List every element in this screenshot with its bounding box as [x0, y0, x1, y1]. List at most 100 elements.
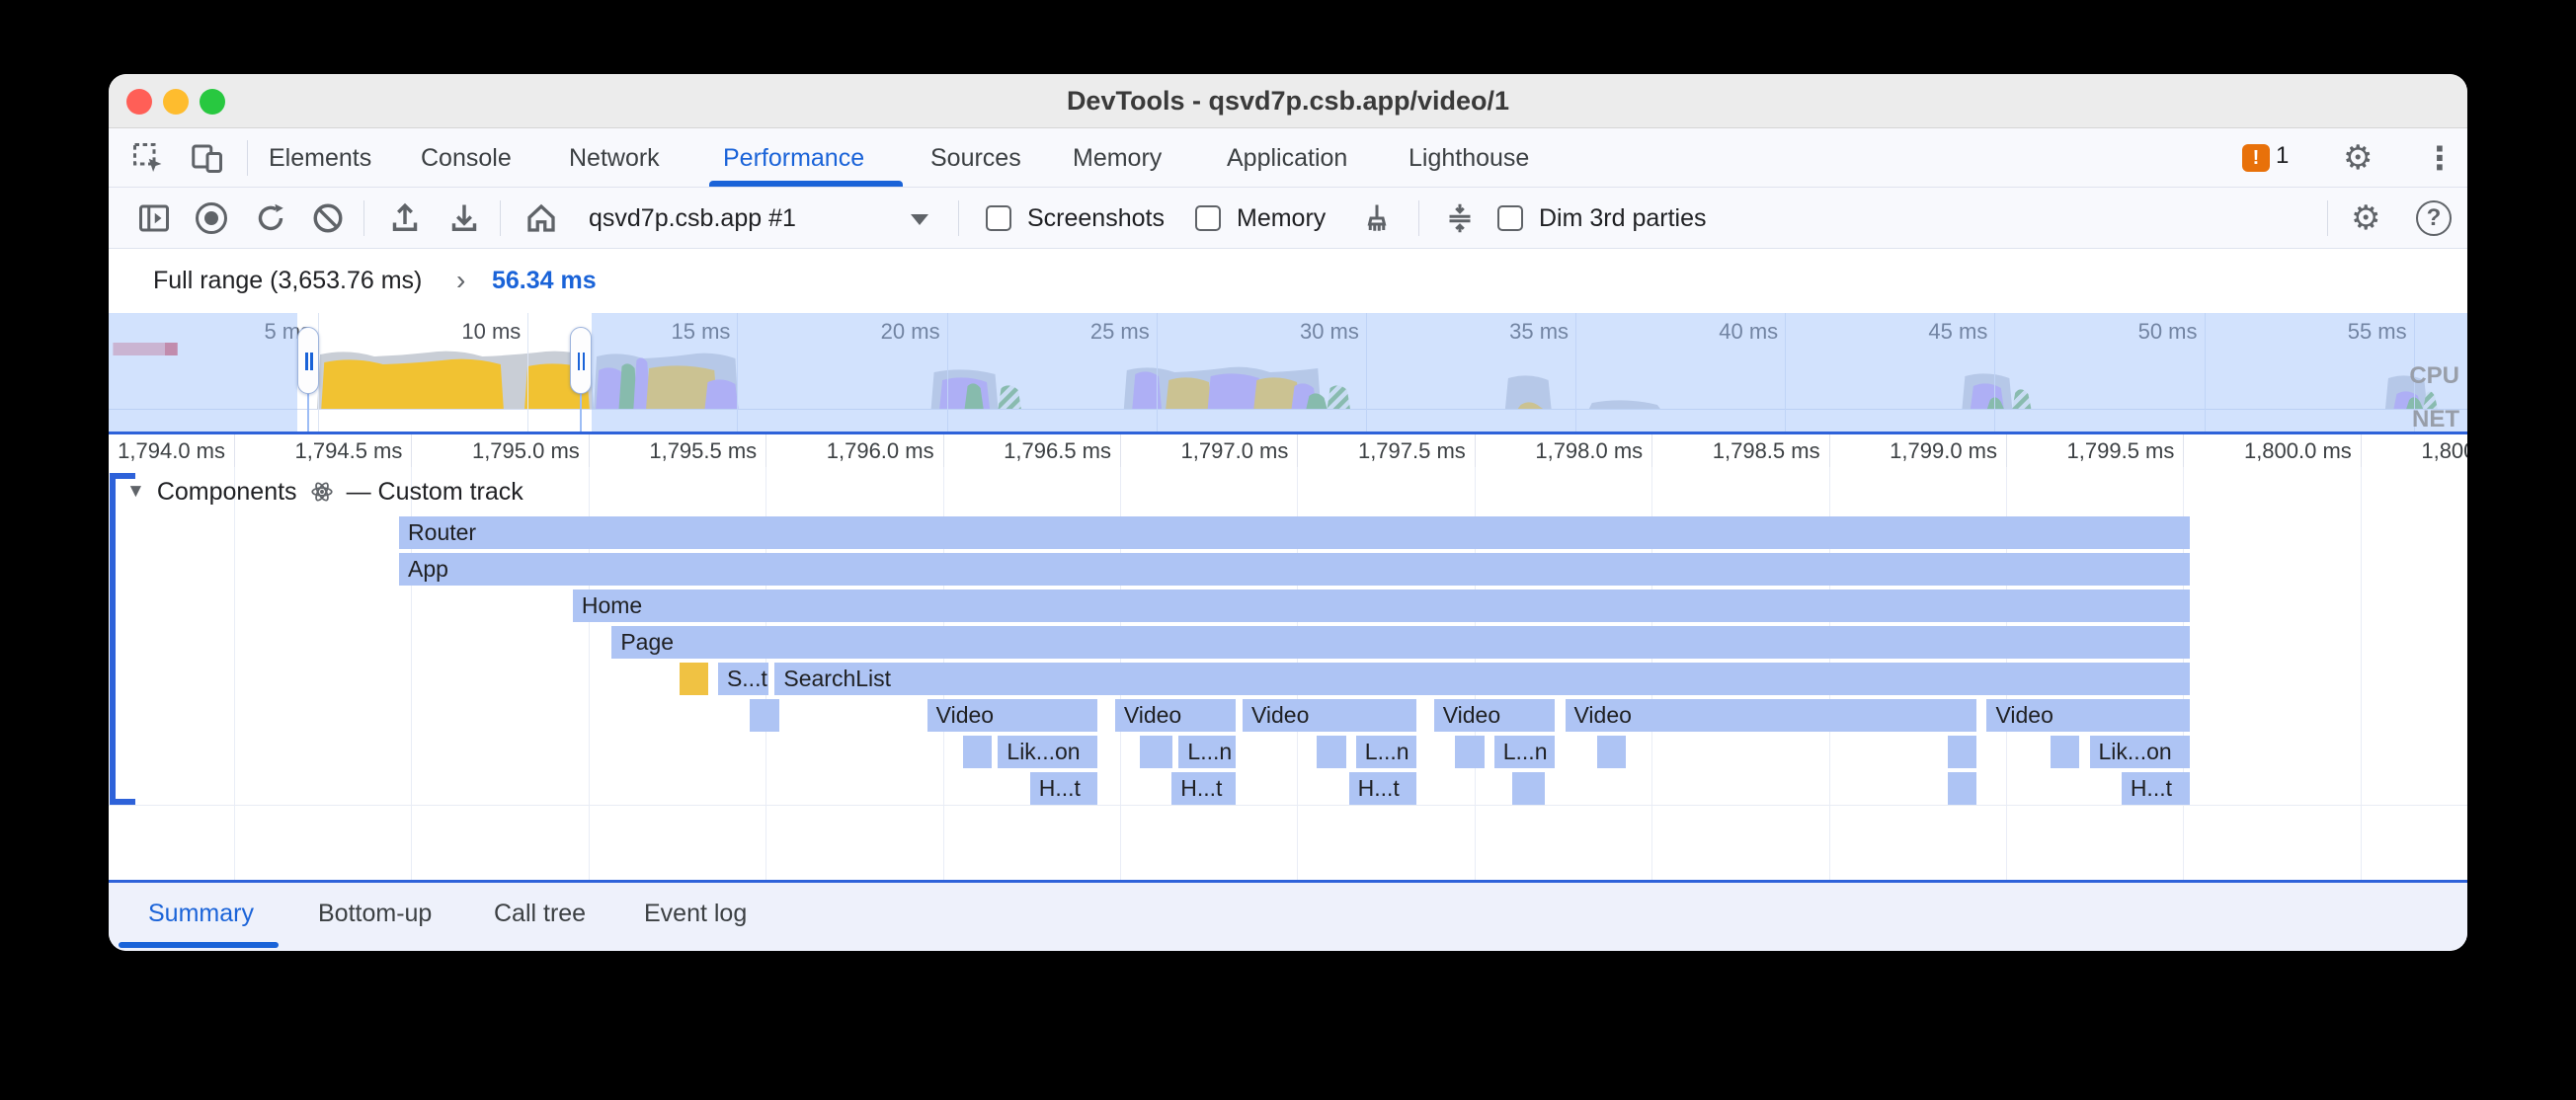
flame-event-video[interactable]: Video: [1115, 699, 1237, 732]
flame-event-ht[interactable]: H...t: [2122, 772, 2190, 805]
inspect-element-icon[interactable]: [130, 140, 166, 176]
flame-event[interactable]: [1948, 772, 1976, 805]
screenshots-label: Screenshots: [1027, 188, 1165, 249]
settings-gear-icon[interactable]: ⚙: [2343, 136, 2373, 180]
flame-event-st[interactable]: S...t: [718, 663, 768, 695]
active-bottom-tab-underline: [119, 942, 279, 948]
ruler-tick-label: 1,800.0 ms: [2150, 438, 2352, 464]
ruler-tick-label: 1,795.5 ms: [555, 438, 757, 464]
separator: [247, 140, 248, 176]
flame-event[interactable]: [1948, 736, 1976, 768]
home-icon[interactable]: [523, 200, 559, 236]
flame-event-router[interactable]: Router: [399, 516, 2190, 549]
flame-event[interactable]: [1455, 736, 1484, 768]
flame-event[interactable]: [1140, 736, 1172, 768]
ruler-tick-label: 1,795.0 ms: [378, 438, 580, 464]
selected-track-bracket: [110, 473, 116, 805]
tab-lighthouse[interactable]: Lighthouse: [1405, 128, 1533, 188]
overview-shade-left[interactable]: [109, 313, 297, 432]
flame-event[interactable]: [1317, 736, 1345, 768]
reload-and-record-icon[interactable]: [253, 200, 288, 236]
overview-gridline: [527, 313, 528, 432]
tab-performance[interactable]: Performance: [719, 128, 868, 188]
range-breadcrumb: Full range (3,653.76 ms) › 56.34 ms: [109, 249, 2467, 313]
issues-badge-icon[interactable]: !: [2242, 144, 2270, 172]
breadcrumb-selected-range[interactable]: 56.34 ms: [492, 249, 597, 313]
clear-icon[interactable]: [310, 200, 346, 236]
flame-chart[interactable]: ▼ Components — Custom track Router AppHom…: [109, 467, 2467, 880]
flame-gridline: [234, 467, 235, 880]
tab-network[interactable]: Network: [565, 128, 664, 188]
ruler-tick-label: 1,796.5 ms: [910, 438, 1111, 464]
separator: [958, 200, 959, 236]
flame-event-video[interactable]: Video: [1566, 699, 1977, 732]
tab-summary[interactable]: Summary: [148, 883, 254, 948]
screenshots-checkbox[interactable]: [986, 205, 1011, 231]
dim-3rd-parties-checkbox[interactable]: [1497, 205, 1523, 231]
flame-event-ln[interactable]: L...n: [1178, 736, 1236, 768]
flame-event-video[interactable]: Video: [927, 699, 1098, 732]
flame-event-ln[interactable]: L...n: [1494, 736, 1556, 768]
flame-event-likon[interactable]: Lik...on: [998, 736, 1097, 768]
dim-3rd-parties-label: Dim 3rd parties: [1539, 188, 1707, 249]
ruler-tick-label: 1,800.5 ms: [2327, 438, 2467, 464]
details-tabbar: Summary Bottom-up Call tree Event log: [109, 880, 2467, 951]
collapse-tracks-icon[interactable]: [1442, 200, 1478, 236]
flame-event-ht[interactable]: H...t: [1349, 772, 1417, 805]
target-select[interactable]: qsvd7p.csb.app #1: [589, 188, 796, 249]
separator: [363, 200, 364, 236]
devtools-window: DevTools - qsvd7p.csb.app/video/1 Elemen…: [109, 74, 2467, 951]
window-title: DevTools - qsvd7p.csb.app/video/1: [109, 74, 2467, 128]
flame-event-video[interactable]: Video: [1434, 699, 1556, 732]
active-tab-underline: [709, 181, 903, 187]
collect-garbage-icon[interactable]: [1359, 200, 1395, 236]
tab-application[interactable]: Application: [1223, 128, 1351, 188]
flame-event-app[interactable]: App: [399, 553, 2190, 586]
ruler-tick-label: 1,797.0 ms: [1087, 438, 1288, 464]
toggle-sidebar-icon[interactable]: [136, 200, 172, 236]
flame-event-ht[interactable]: H...t: [1030, 772, 1098, 805]
flame-event-page[interactable]: Page: [611, 626, 2189, 659]
breadcrumb-full-range[interactable]: Full range (3,653.76 ms): [153, 249, 422, 313]
more-options-icon[interactable]: ⋮: [2424, 136, 2455, 180]
tab-memory[interactable]: Memory: [1069, 128, 1166, 188]
capture-settings-gear-icon[interactable]: ⚙: [2351, 196, 2380, 240]
issues-count[interactable]: 1: [2276, 142, 2289, 170]
flame-event-video[interactable]: Video: [1986, 699, 2189, 732]
flame-event[interactable]: [1512, 772, 1545, 805]
flame-event-home[interactable]: Home: [573, 589, 2190, 622]
overview-shade-right[interactable]: [592, 313, 2467, 432]
memory-checkbox[interactable]: [1195, 205, 1221, 231]
tab-event-log[interactable]: Event log: [644, 883, 747, 948]
flame-event[interactable]: [750, 699, 778, 732]
flame-event-ht[interactable]: H...t: [1171, 772, 1236, 805]
device-toolbar-icon[interactable]: [190, 140, 225, 176]
flame-gridline: [2361, 467, 2362, 880]
flame-event[interactable]: [2051, 736, 2079, 768]
tab-sources[interactable]: Sources: [926, 128, 1025, 188]
ruler-tick-label: 1,798.5 ms: [1619, 438, 1820, 464]
overview-handle-right[interactable]: [570, 327, 592, 394]
flame-event-likon[interactable]: Lik...on: [2090, 736, 2190, 768]
target-select-arrow-icon[interactable]: [911, 214, 928, 225]
track-header[interactable]: ▼ Components — Custom track: [126, 475, 523, 509]
overview-handle-left[interactable]: [297, 327, 319, 394]
flame-event[interactable]: [1597, 736, 1626, 768]
tab-bottom-up[interactable]: Bottom-up: [318, 883, 432, 948]
tab-console[interactable]: Console: [417, 128, 516, 188]
devtools-tabbar: Elements Console Network Performance Sou…: [109, 128, 2467, 188]
timeline-overview[interactable]: CPU NET 5 ms10 ms15 ms20 ms25 ms30 ms35 …: [109, 313, 2467, 432]
help-icon[interactable]: ?: [2416, 200, 2452, 236]
flame-event[interactable]: [680, 663, 708, 695]
download-profile-icon[interactable]: [446, 200, 482, 236]
flame-event-video[interactable]: Video: [1243, 699, 1416, 732]
record-button[interactable]: [196, 202, 227, 234]
upload-profile-icon[interactable]: [387, 200, 423, 236]
flame-event[interactable]: [963, 736, 992, 768]
memory-label: Memory: [1237, 188, 1326, 249]
flame-event-ln[interactable]: L...n: [1356, 736, 1417, 768]
collapse-track-icon[interactable]: ▼: [126, 481, 145, 503]
flame-event-searchlist[interactable]: SearchList: [774, 663, 2189, 695]
tab-elements[interactable]: Elements: [265, 128, 375, 188]
tab-call-tree[interactable]: Call tree: [494, 883, 586, 948]
